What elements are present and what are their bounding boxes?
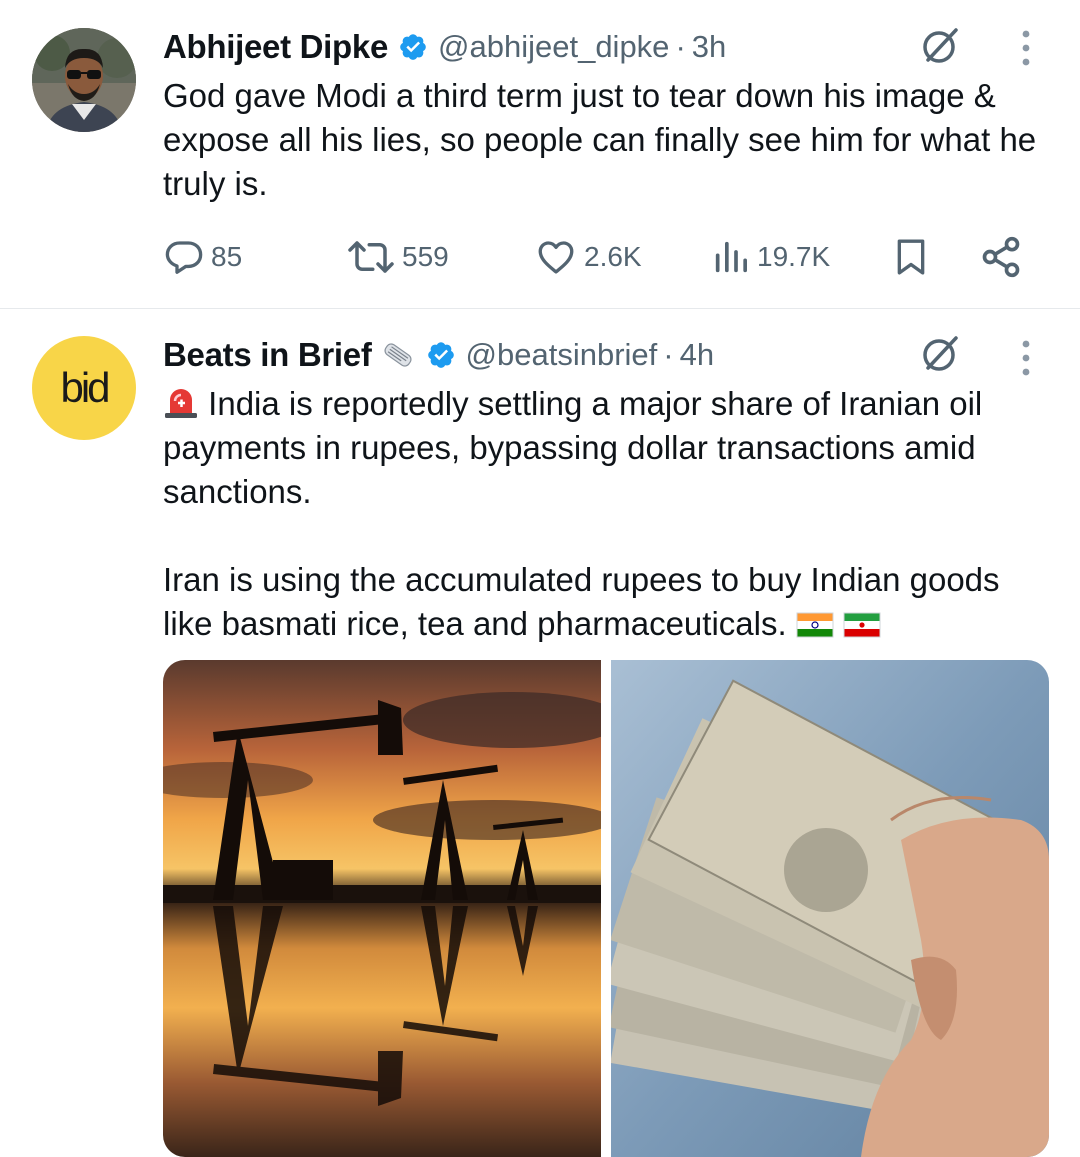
avatar[interactable] <box>32 28 136 132</box>
tweet-paragraph: India is reportedly settling a major sha… <box>163 382 1053 514</box>
timestamp[interactable]: 4h <box>680 337 714 373</box>
verified-badge-icon <box>400 34 426 60</box>
oil-pumpjacks-sunset-image[interactable] <box>163 660 601 1157</box>
like-icon <box>538 241 574 274</box>
author-name[interactable]: Beats in Brief <box>163 336 372 374</box>
separator: · <box>675 29 686 64</box>
newspaper-emoji-icon <box>383 343 412 367</box>
views-button[interactable]: 19.7K <box>711 232 830 282</box>
tweet-text: India is reportedly settling a major sha… <box>163 382 1053 646</box>
separator: · <box>663 337 674 372</box>
author-name[interactable]: Abhijeet Dipke <box>163 28 388 66</box>
verified-badge-icon <box>427 342 454 368</box>
reply-button[interactable]: 85 <box>163 232 242 282</box>
repost-count: 559 <box>402 241 449 272</box>
repost-button[interactable]: 559 <box>346 232 449 282</box>
tweet[interactable]: bid Beats in Brief @beatsinbrief · 4h In… <box>0 310 1080 1157</box>
avatar-text: bid <box>60 364 110 411</box>
timestamp[interactable]: 3h <box>692 29 726 65</box>
india-flag-icon <box>796 612 834 638</box>
tweet-header: Beats in Brief @beatsinbrief · 4h <box>163 334 714 376</box>
reply-icon <box>165 241 203 274</box>
share-icon <box>982 236 1020 278</box>
avatar[interactable]: bid <box>32 336 136 440</box>
like-button[interactable]: 2.6K <box>534 232 642 282</box>
grok-icon[interactable] <box>920 334 960 374</box>
author-handle[interactable]: @abhijeet_dipke <box>438 29 669 65</box>
author-handle[interactable]: @beatsinbrief <box>466 337 658 373</box>
tweet-text-para1: India is reportedly settling a major sha… <box>163 385 983 510</box>
repost-icon <box>348 241 394 273</box>
tweet-paragraph: Iran is using the accumulated rupees to … <box>163 558 1053 646</box>
like-count: 2.6K <box>584 241 642 272</box>
reply-count: 85 <box>211 241 243 272</box>
siren-emoji-icon <box>165 389 197 418</box>
share-button[interactable] <box>979 232 1029 282</box>
views-count: 19.7K <box>757 241 831 272</box>
bookmark-button[interactable] <box>891 232 937 282</box>
tweet-actions: 85 559 2.6K 19.7K <box>163 232 1033 282</box>
tweet-header: Abhijeet Dipke @abhijeet_dipke · 3h <box>163 26 726 68</box>
tweet[interactable]: Abhijeet Dipke @abhijeet_dipke · 3h God … <box>0 0 1080 309</box>
iran-flag-icon <box>843 612 881 638</box>
rupee-notes-hand-image[interactable] <box>611 660 1049 1157</box>
bookmark-icon <box>897 239 925 275</box>
views-icon <box>715 241 747 273</box>
grok-icon[interactable] <box>920 26 960 66</box>
tweet-text: God gave Modi a third term just to tear … <box>163 77 1037 202</box>
more-icon[interactable] <box>1020 338 1032 378</box>
more-icon[interactable] <box>1020 28 1032 68</box>
